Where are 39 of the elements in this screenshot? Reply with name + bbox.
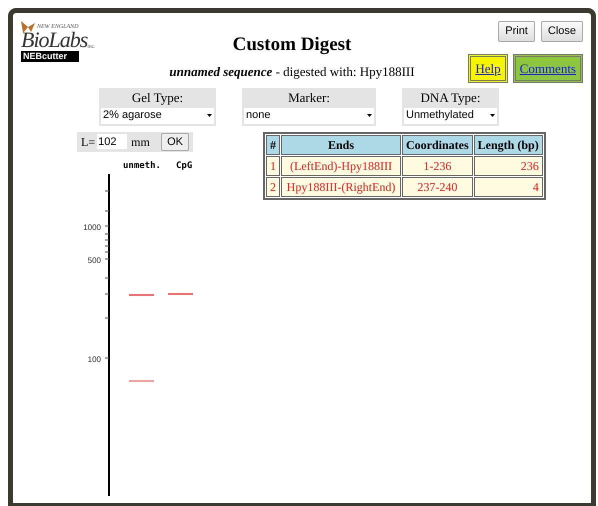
table-cell: 1-236	[402, 156, 473, 176]
length-unit: mm	[131, 134, 150, 151]
page-subtitle: unnamed sequence - digested with: Hpy188III	[169, 62, 415, 81]
axis-label: 100	[88, 355, 101, 365]
column-header: Coordinates	[402, 134, 473, 154]
logo-badge: NEBcutter	[21, 51, 79, 62]
table-cell: 4	[474, 176, 543, 196]
close-button[interactable]: Close	[540, 21, 583, 42]
table-cell: 236	[474, 156, 543, 176]
column-header: Length (bp)	[474, 134, 543, 154]
dropdown[interactable]: none	[244, 108, 374, 124]
table-cell: (LeftEnd)-Hpy188III	[281, 156, 401, 176]
print-button[interactable]: Print	[498, 21, 535, 42]
lane-label: CpG	[176, 160, 192, 173]
length-field[interactable]: 102	[97, 134, 128, 150]
table-cell: 237-240	[402, 176, 473, 196]
dropdown-caret-icon	[207, 114, 212, 117]
table-cell: Hpy188III-(RightEnd)	[281, 176, 401, 196]
axis-label: 500	[88, 256, 101, 266]
table-cell: 1	[266, 156, 280, 176]
selector-label: Gel Type:	[132, 89, 184, 107]
column-header: Ends	[281, 134, 401, 154]
dropdown-caret-icon	[367, 114, 372, 117]
column-header: #	[266, 134, 280, 154]
axis-label: 1000	[83, 223, 101, 233]
butterfly-icon	[21, 21, 35, 33]
selector-label: DNA Type:	[420, 89, 480, 107]
dropdown[interactable]: Unmethylated	[404, 108, 497, 124]
help-link[interactable]: Help	[468, 54, 508, 83]
table-cell: 2	[266, 176, 280, 196]
dropdown[interactable]: 2% agarose	[101, 108, 214, 124]
logo-name: BioLabs	[21, 29, 88, 51]
selector-label: Marker:	[288, 89, 330, 107]
dropdown-caret-icon	[490, 114, 495, 117]
length-label: L=	[81, 134, 96, 151]
ok-button[interactable]: OK	[161, 132, 189, 151]
lane-label: unmeth.	[123, 160, 161, 173]
page-title: Custom Digest	[232, 33, 352, 57]
comments-link[interactable]: Comments	[512, 54, 583, 83]
